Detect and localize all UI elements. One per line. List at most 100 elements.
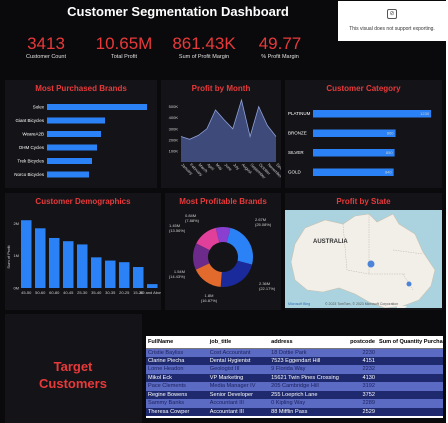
column-header-quantity[interactable]: Sum of Quantity Purchased <box>377 336 443 349</box>
slice-percent-label: (7.88%) <box>185 218 200 223</box>
age-group-bar <box>133 267 144 288</box>
panel-customer-category[interactable]: Customer Category PLATINUM 1230 BRONZE 860 S… <box>285 80 442 188</box>
cell-fullname: Cristie Bayliss <box>146 348 208 357</box>
cell-address: 18 Dottie Park <box>269 348 349 357</box>
kpi-value: 861.43K <box>172 34 236 53</box>
cell-address: 88 Mifflin Pass <box>269 407 349 416</box>
category-value-label: 840 <box>385 170 392 175</box>
cell-address: 15621 Twin Pines Crossing <box>269 373 349 382</box>
table-row[interactable]: Sammy Banks Accountant III 0 Kipling Way… <box>146 399 443 408</box>
bing-logo: Microsoft Bing <box>288 302 311 306</box>
cell-job-title: Senior Developer <box>207 390 270 399</box>
export-notice: ⊘ This visual does not support exporting… <box>338 1 446 41</box>
y-tick-label: 500K <box>169 104 179 109</box>
x-tick-label: 80 and Above <box>140 290 161 295</box>
category-value-label: 860 <box>387 131 394 136</box>
panel-most-purchased-brands[interactable]: Most Purchased Brands Solex Giant Bicycle… <box>5 80 157 188</box>
cell-job-title: VP Marketing <box>207 373 270 382</box>
target-customers-table[interactable]: FullName job_title address postcode Sum … <box>146 336 443 418</box>
category-value-label: 850 <box>386 150 393 155</box>
y-tick-label: 2M <box>13 221 19 226</box>
category-label: PLATINUM <box>288 111 311 116</box>
age-group-bar <box>49 237 60 288</box>
x-tick-label: 60-80 <box>49 290 60 295</box>
category-label: BRONZE <box>288 131 307 136</box>
age-group-bar <box>35 228 46 288</box>
x-tick-label: May <box>215 162 224 171</box>
category-label: GOLD <box>288 170 302 175</box>
panel-title: Customer Category <box>326 84 401 93</box>
kpi-value: 49.77 <box>258 34 302 53</box>
x-tick-label: 25-30 <box>77 290 88 295</box>
category-value-label: 1230 <box>420 111 430 116</box>
cell-quantity <box>377 373 443 382</box>
cell-postcode: 2232 <box>348 365 377 374</box>
column-header-fullname[interactable]: FullName <box>146 336 208 349</box>
slice-percent-label: (13.56%) <box>169 228 186 233</box>
panel-customer-demographics[interactable]: Customer Demographics Sum of Profit 0M 1M 2… <box>5 193 161 310</box>
table-row[interactable]: Theresa Cowper Accountant III 88 Mifflin… <box>146 407 443 416</box>
cell-address: 0 Kipling Way <box>269 399 349 408</box>
profit-area <box>181 100 276 162</box>
cell-job-title: Geologist III <box>207 365 270 374</box>
category-bar-chart: PLATINUM 1230 BRONZE 860 SILVER 850 GOLD 840 <box>288 110 432 176</box>
y-tick-label: 0M <box>13 286 19 291</box>
cell-address: 7523 Eggendart Hill <box>269 356 349 365</box>
profit-month-area-chart: 100K200K300K400K500KJanuaryFebruaryMarch… <box>169 98 281 180</box>
brand-label: Giant Bicycles <box>15 118 44 123</box>
x-tick-label: 20-25 <box>119 290 130 295</box>
cell-postcode: 3752 <box>348 390 377 399</box>
cell-quantity <box>377 348 443 357</box>
column-header-address[interactable]: address <box>269 336 349 349</box>
x-tick-label: 50-60 <box>35 290 46 295</box>
table-row[interactable]: Mikol Eck VP Marketing 15621 Twin Pines … <box>146 373 443 382</box>
panel-profit-by-month[interactable]: Profit by Month 100K 200K 300K 400K 500K Janu… <box>161 80 281 188</box>
kpi-label: Total Profit <box>111 54 137 60</box>
slice-percent-label: (25.08%) <box>255 222 272 227</box>
cell-fullname: Pace Clements <box>146 382 208 391</box>
table-row[interactable]: Pace Clements Media Manager IV 205 Cambr… <box>146 382 443 391</box>
table-row[interactable]: Cristie Bayliss Cost Accountant 18 Dotti… <box>146 348 443 357</box>
cell-postcode: 2529 <box>348 407 377 416</box>
column-header-job-title[interactable]: job_title <box>207 336 270 349</box>
slice-percent-label: (16.87%) <box>201 298 218 303</box>
panel-title: Customer Demographics <box>35 197 131 206</box>
x-tick-label: 45-50 <box>21 290 32 295</box>
donut-slice <box>220 260 253 287</box>
panel-target-customers: Target Customers <box>5 314 142 423</box>
table-row[interactable]: Clarine Piecha Dental Hygienist 7523 Egg… <box>146 356 443 365</box>
dashboard-title: Customer Segmentation Dashboard <box>67 4 289 19</box>
brand-bar <box>47 171 89 178</box>
brand-bar <box>47 131 101 137</box>
kpi-sum-profit-margin[interactable]: 861.43K Sum of Profit Margin <box>164 34 244 60</box>
kpi-total-profit[interactable]: 10.65M Total Profit <box>86 34 162 60</box>
target-customers-heading: Target Customers <box>39 359 107 391</box>
australia-map[interactable] <box>285 210 442 308</box>
cell-quantity <box>377 365 443 374</box>
cell-quantity <box>377 407 443 416</box>
x-tick-label: July <box>232 162 241 171</box>
column-header-postcode[interactable]: postcode <box>348 336 377 349</box>
cell-quantity <box>377 399 443 408</box>
export-notice-text: This visual does not support exporting. <box>349 26 435 32</box>
table-row[interactable]: Regine Bowens Senior Developer 255 Loepr… <box>146 390 443 399</box>
table-row[interactable]: Lorne Headon Geologist III 9 Florida Way… <box>146 365 443 374</box>
y-tick-label: 100K <box>169 148 179 153</box>
cell-quantity <box>377 356 443 365</box>
kpi-pct-profit-margin[interactable]: 49.77 % Profit Margin <box>244 34 316 60</box>
cell-fullname: Mikol Eck <box>146 373 208 382</box>
panel-most-profitable-brands[interactable]: Most Profitable Brands 2.67M (25.08%) 2.36… <box>165 193 281 310</box>
cell-fullname: Clarine Piecha <box>146 356 208 365</box>
cell-postcode: 2230 <box>348 348 377 357</box>
brand-label: Trek Bicycles <box>17 159 44 164</box>
x-tick-label: 30-35 <box>105 290 116 295</box>
brand-label: OHM Cycles <box>19 145 45 150</box>
cell-quantity <box>377 390 443 399</box>
kpi-customer-count[interactable]: 3413 Customer Count <box>8 34 84 60</box>
age-group-bar <box>21 220 32 288</box>
kpi-value: 10.65M <box>95 34 153 53</box>
panel-profit-by-state[interactable]: Profit by State AUSTRALIA © 2023 TomTom,… <box>285 193 442 310</box>
y-tick-label: 200K <box>169 137 179 142</box>
cell-quantity <box>377 382 443 391</box>
x-tick-label: June <box>223 162 233 172</box>
